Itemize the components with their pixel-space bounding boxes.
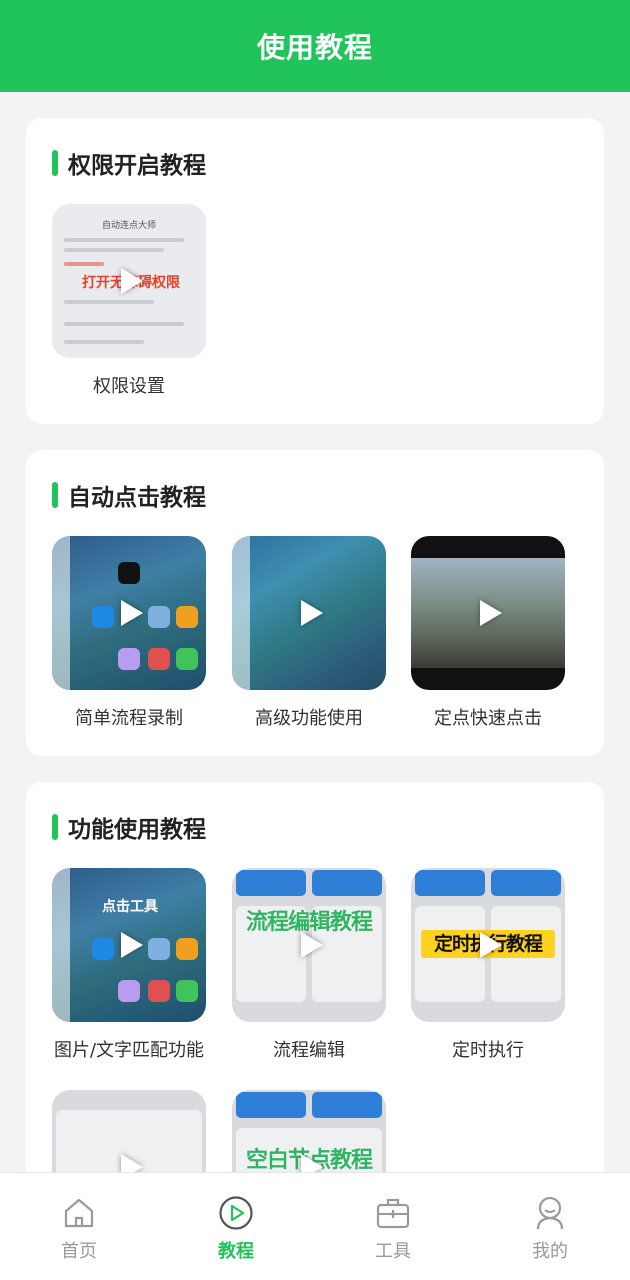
bottom-tab-bar: 首页 教程 工具 我的 — [0, 1172, 630, 1280]
tab-mine[interactable]: 我的 — [500, 1195, 600, 1265]
video-label: 权限设置 — [93, 376, 165, 397]
toolbox-icon — [375, 1195, 411, 1231]
section-accent-bar — [52, 814, 58, 840]
tab-label: 工具 — [375, 1241, 411, 1262]
tab-home[interactable]: 首页 — [29, 1195, 129, 1265]
section-title: 权限开启教程 — [68, 153, 206, 179]
tab-label: 教程 — [218, 1241, 254, 1262]
page-title: 使用教程 — [256, 31, 373, 64]
video-thumbnail[interactable] — [411, 536, 565, 690]
video-label: 简单流程录制 — [75, 708, 183, 729]
video-fixed-point-click[interactable]: 定点快速点击 — [411, 536, 565, 729]
video-label: 高级功能使用 — [255, 708, 363, 729]
tab-tutorial[interactable]: 教程 — [186, 1195, 286, 1265]
play-icon — [480, 932, 502, 958]
tab-label: 我的 — [532, 1241, 568, 1262]
section-accent-bar — [52, 482, 58, 508]
section-features: 功能使用教程 点击工具 图片/文字匹配功能 流程编辑教程 流程编辑 定时执行教程… — [26, 782, 604, 1172]
app-header: 使用教程 — [0, 0, 630, 92]
video-thumbnail[interactable] — [52, 1090, 206, 1172]
video-feature-settings[interactable] — [52, 1090, 206, 1172]
section-auto-click: 自动点击教程 简单流程录制 高级功能使用 定点快速点击 — [26, 450, 604, 756]
play-icon — [121, 1154, 143, 1172]
video-thumbnail[interactable]: 空白节点教程 — [232, 1090, 386, 1172]
play-icon — [121, 932, 143, 958]
video-blank-node[interactable]: 空白节点教程 — [232, 1090, 386, 1172]
tutorial-list[interactable]: 权限开启教程 自动连点大师 打开无障碍权限 权限设置 自动点击教程 简单流程录制… — [0, 92, 630, 1172]
video-label: 定时执行 — [452, 1040, 524, 1061]
user-icon — [532, 1195, 568, 1231]
video-thumbnail[interactable]: 流程编辑教程 — [232, 868, 386, 1022]
play-icon — [121, 268, 143, 294]
section-permission: 权限开启教程 自动连点大师 打开无障碍权限 权限设置 — [26, 118, 604, 424]
play-icon — [121, 600, 143, 626]
video-permission-setup[interactable]: 自动连点大师 打开无障碍权限 权限设置 — [52, 204, 206, 397]
section-header: 功能使用教程 — [52, 812, 206, 843]
play-icon — [301, 1154, 323, 1172]
tab-tools[interactable]: 工具 — [343, 1195, 443, 1265]
play-circle-icon — [218, 1195, 254, 1231]
section-accent-bar — [52, 150, 58, 176]
play-icon — [301, 932, 323, 958]
video-advanced-features[interactable]: 高级功能使用 — [232, 536, 386, 729]
section-title: 自动点击教程 — [68, 485, 206, 511]
section-header: 自动点击教程 — [52, 480, 206, 511]
video-flow-edit[interactable]: 流程编辑教程 流程编辑 — [232, 868, 386, 1061]
play-icon — [301, 600, 323, 626]
video-image-text-match[interactable]: 点击工具 图片/文字匹配功能 — [52, 868, 206, 1061]
thumbnail-caption: 自动连点大师 — [101, 221, 156, 231]
play-icon — [480, 600, 502, 626]
video-thumbnail[interactable] — [232, 536, 386, 690]
video-simple-recording[interactable]: 简单流程录制 — [52, 536, 206, 729]
section-header: 权限开启教程 — [52, 148, 206, 179]
home-icon — [61, 1195, 97, 1231]
video-timed-execution[interactable]: 定时执行教程 定时执行 — [411, 868, 565, 1061]
thumbnail-caption: 点击工具 — [102, 899, 158, 915]
video-thumbnail[interactable]: 点击工具 — [52, 868, 206, 1022]
tab-label: 首页 — [61, 1241, 97, 1262]
video-thumbnail[interactable]: 定时执行教程 — [411, 868, 565, 1022]
video-thumbnail[interactable]: 自动连点大师 打开无障碍权限 — [52, 204, 206, 358]
video-label: 定点快速点击 — [434, 708, 542, 729]
video-label: 图片/文字匹配功能 — [53, 1040, 205, 1061]
video-thumbnail[interactable] — [52, 536, 206, 690]
video-label: 流程编辑 — [273, 1040, 345, 1061]
section-title: 功能使用教程 — [68, 817, 206, 843]
